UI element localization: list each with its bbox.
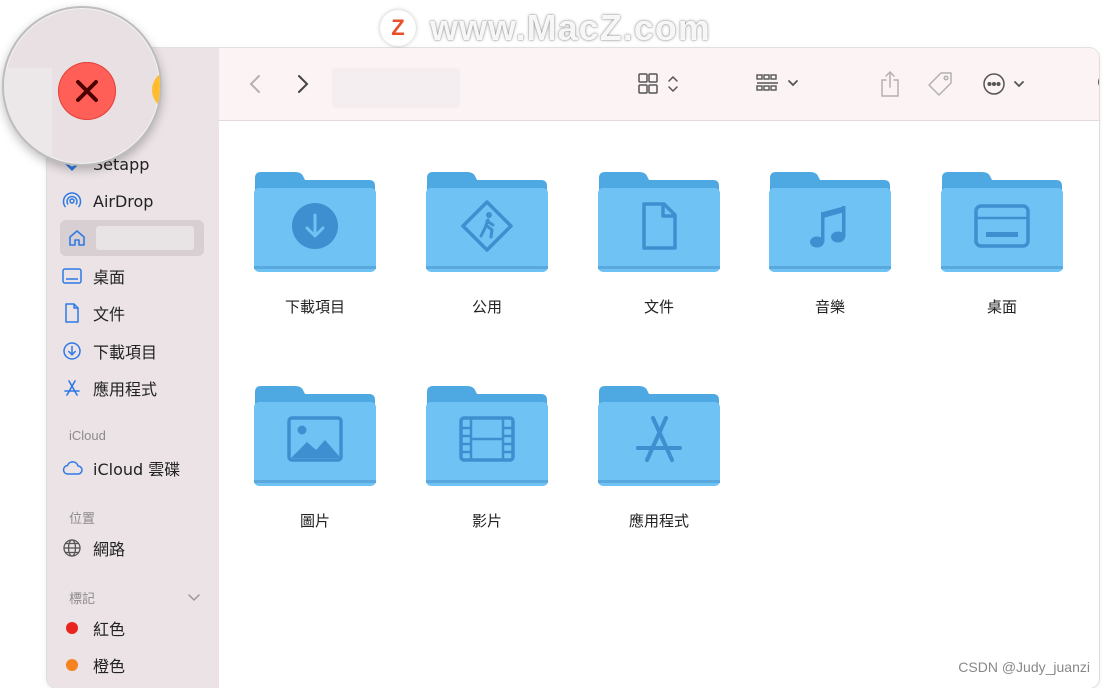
sidebar-item-documents[interactable]: 文件 xyxy=(61,298,203,328)
folder-label: 下載項目 xyxy=(284,298,345,316)
search-icon xyxy=(1098,78,1099,86)
share-icon xyxy=(881,70,899,97)
sidebar-item-downloads[interactable]: 下載項目 xyxy=(61,336,203,366)
folder-pictures[interactable]: 圖片 xyxy=(247,384,383,531)
red-tag-dot-icon xyxy=(61,617,83,639)
zoom-magnifier xyxy=(2,6,162,166)
download-icon xyxy=(61,340,83,362)
folder-label: 文件 xyxy=(643,298,674,316)
group-by-button[interactable] xyxy=(755,68,805,100)
macz-logo: Z xyxy=(380,10,416,46)
watermark-text: www.MacZ.com xyxy=(430,7,711,48)
sidebar-item-label: AirDrop xyxy=(93,191,154,211)
folder-label: 音樂 xyxy=(814,298,845,316)
magnifier-background xyxy=(4,68,52,164)
applications-icon xyxy=(61,377,83,399)
pictures-folder-icon xyxy=(254,386,376,486)
tag-button[interactable] xyxy=(925,68,955,100)
movies-folder-icon xyxy=(426,386,548,486)
folder-music[interactable]: 音樂 xyxy=(762,170,898,317)
sidebar-section-icloud: iCloud xyxy=(69,428,106,443)
cloud-icon xyxy=(61,457,83,479)
sidebar-item-network[interactable]: 網路 xyxy=(61,533,203,563)
sidebar-section-locations: 位置 xyxy=(69,511,96,526)
folder-documents[interactable]: 文件 xyxy=(591,170,727,317)
tag-icon xyxy=(928,72,952,96)
desktop-folder-icon xyxy=(941,172,1063,272)
sidebar-item-label: 桌面 xyxy=(93,268,126,287)
folder-applications[interactable]: 應用程式 xyxy=(591,384,727,531)
sidebar-item-desktop[interactable]: 桌面 xyxy=(61,261,203,291)
view-mode-button[interactable] xyxy=(637,68,685,100)
sidebar-item-tag-orange[interactable]: 橙色 xyxy=(61,650,203,680)
folder-downloads[interactable]: 下載項目 xyxy=(247,170,383,317)
more-actions-button[interactable] xyxy=(981,68,1031,100)
chevron-down-icon[interactable] xyxy=(187,588,201,607)
folder-label: 桌面 xyxy=(986,298,1017,316)
close-icon xyxy=(76,80,98,102)
sidebar-item-label: 文件 xyxy=(93,305,126,324)
search-button[interactable] xyxy=(1095,68,1099,100)
chevron-left-icon xyxy=(249,75,260,93)
document-icon xyxy=(61,302,83,324)
sidebar-item-airdrop[interactable]: AirDrop xyxy=(61,186,203,216)
folder-label: 應用程式 xyxy=(628,512,689,530)
watermark: Z www.MacZ.com xyxy=(380,7,711,48)
window-title-redacted xyxy=(332,68,460,108)
chevron-right-icon xyxy=(298,75,309,93)
file-browser-grid: 下載項目 公用 文件 音樂 桌面 圖片 影片 應用程式 xyxy=(219,121,1099,688)
desktop-icon xyxy=(61,265,83,287)
sidebar-item-label: 下載項目 xyxy=(93,343,158,362)
sidebar-item-icloud-drive[interactable]: iCloud 雲碟 xyxy=(61,453,203,483)
home-icon xyxy=(66,227,88,249)
airdrop-icon xyxy=(61,190,83,212)
sidebar-item-label: 橙色 xyxy=(93,657,126,676)
close-button[interactable] xyxy=(58,62,116,120)
folder-movies[interactable]: 影片 xyxy=(419,384,555,531)
forward-button[interactable] xyxy=(293,68,313,100)
sidebar-item-tag-red[interactable]: 紅色 xyxy=(61,613,203,643)
grid-view-icon xyxy=(638,73,678,94)
music-folder-icon xyxy=(769,172,891,272)
globe-icon xyxy=(61,537,83,559)
sidebar-item-label: 應用程式 xyxy=(93,380,158,399)
folder-public[interactable]: 公用 xyxy=(419,170,555,317)
group-by-icon xyxy=(756,74,798,91)
orange-tag-dot-icon xyxy=(61,654,83,676)
folder-label: 公用 xyxy=(471,298,502,316)
toolbar xyxy=(219,48,1099,121)
sidebar-item-label: 網路 xyxy=(93,540,126,559)
sidebar-item-home[interactable] xyxy=(60,220,204,256)
home-folder-name-redacted xyxy=(96,226,194,250)
applications-folder-icon xyxy=(598,386,720,486)
sidebar-item-label: iCloud 雲碟 xyxy=(93,460,181,479)
share-button[interactable] xyxy=(877,68,903,100)
folder-label: 圖片 xyxy=(299,512,330,530)
folder-label: 影片 xyxy=(471,512,502,530)
sidebar-item-applications[interactable]: 應用程式 xyxy=(61,373,203,403)
finder-window: Setapp AirDrop 桌面 文件 下載項目 應用程式 iCloud iC… xyxy=(47,48,1099,688)
back-button[interactable] xyxy=(245,68,265,100)
downloads-folder-icon xyxy=(254,172,376,272)
author-credit: CSDN @Judy_juanzi xyxy=(958,659,1090,675)
ellipsis-circle-icon xyxy=(983,73,1024,95)
folder-desktop[interactable]: 桌面 xyxy=(934,170,1070,317)
public-folder-icon xyxy=(426,172,548,272)
documents-folder-icon xyxy=(598,172,720,272)
sidebar-item-label: 紅色 xyxy=(93,620,126,639)
sidebar-section-tags: 標記 xyxy=(69,591,96,606)
